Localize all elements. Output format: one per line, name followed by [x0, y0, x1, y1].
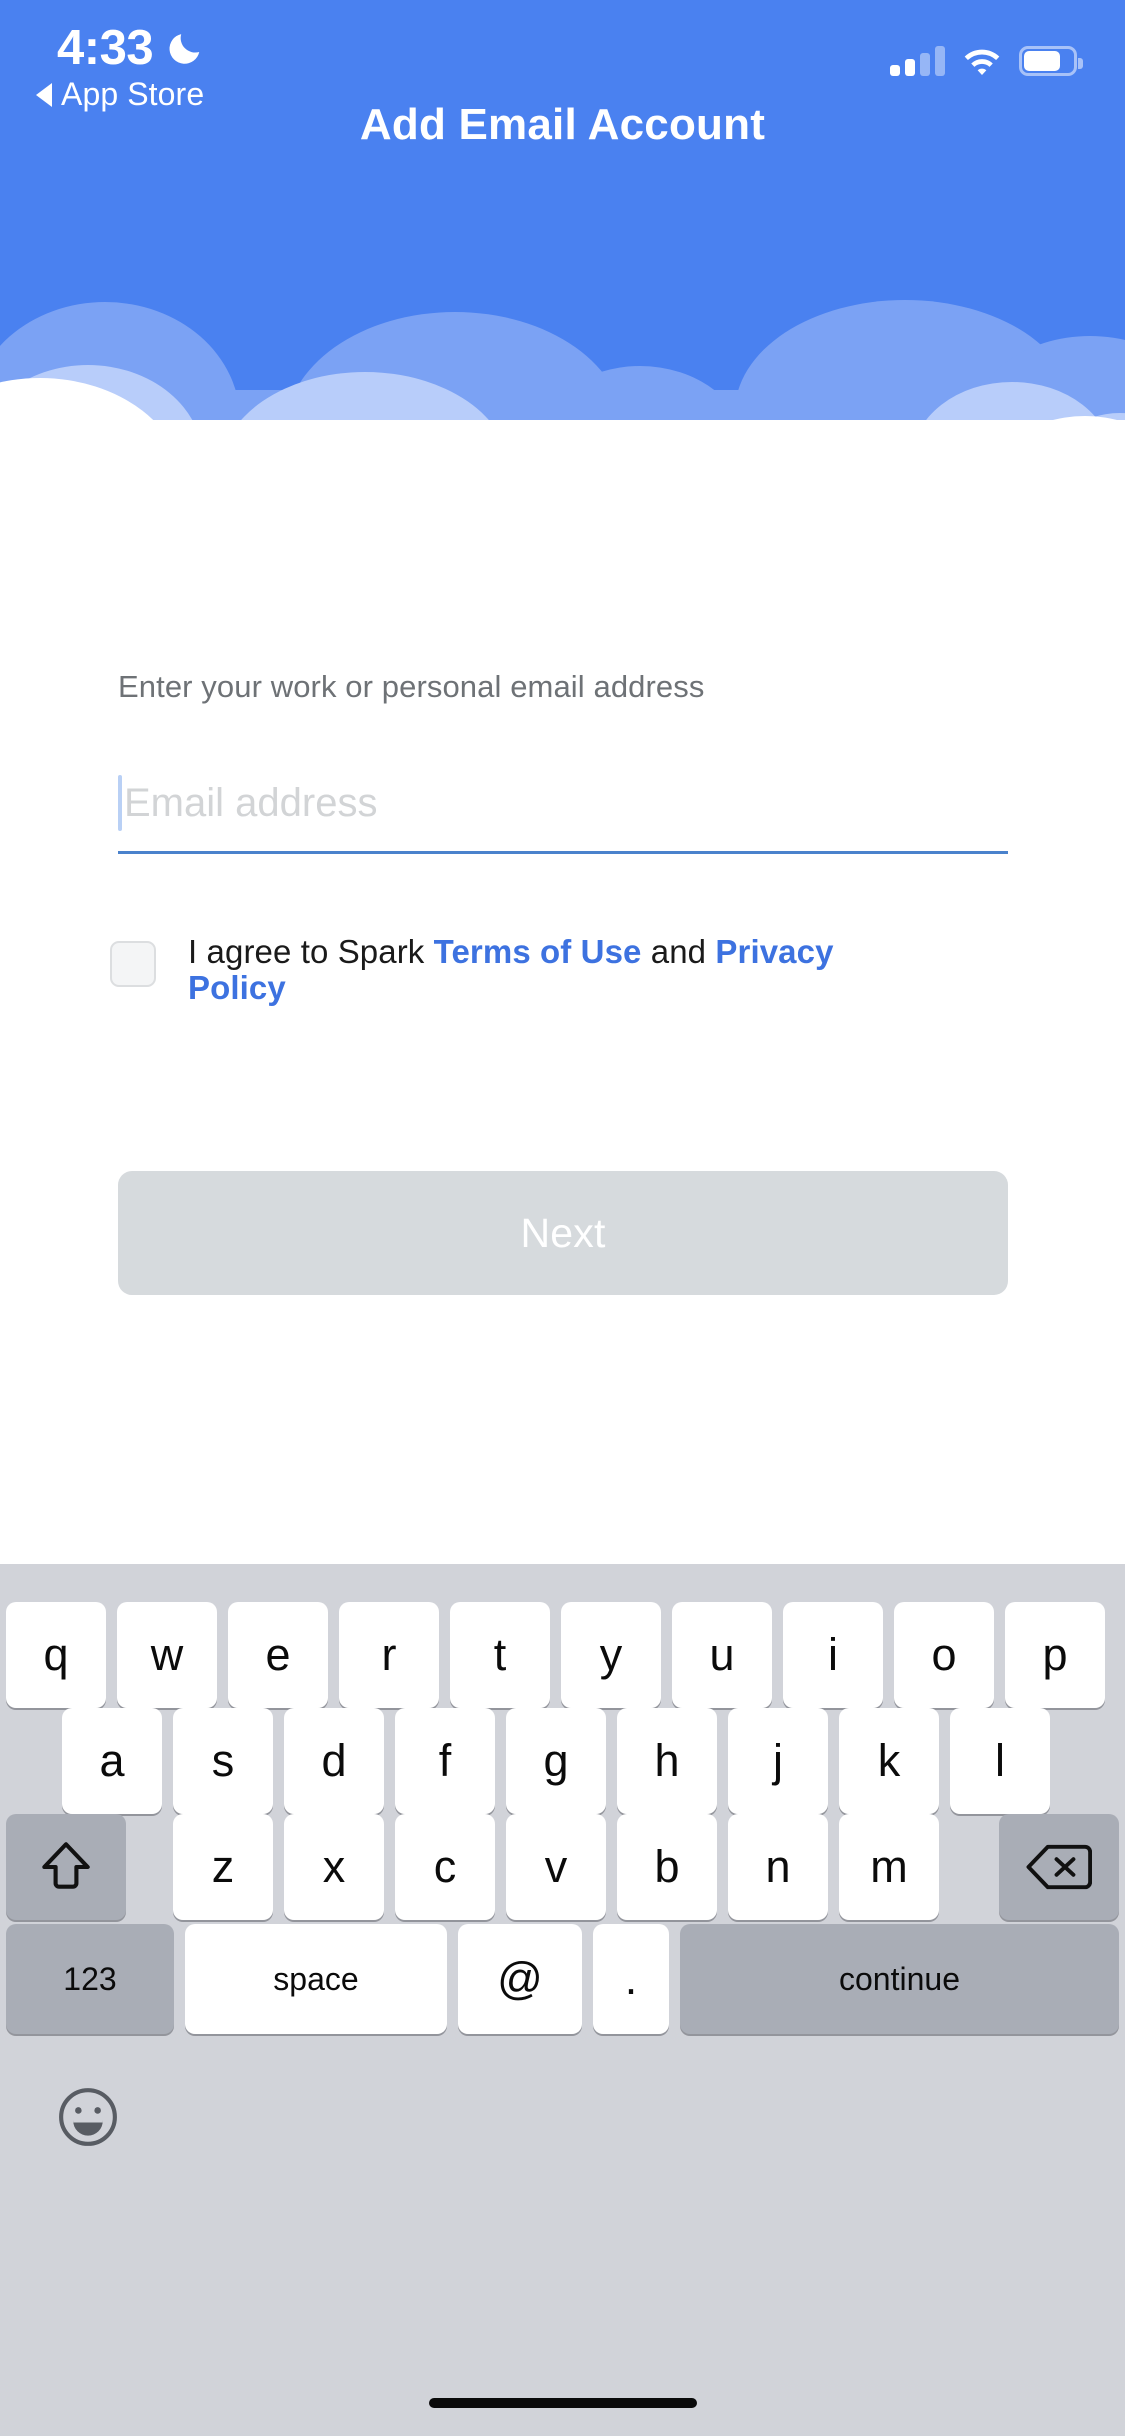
shift-arrow-icon: [42, 1842, 90, 1889]
key-r[interactable]: r: [339, 1602, 439, 1708]
keyboard-row-3: z x c v b n m: [0, 1814, 1125, 1920]
key-i[interactable]: i: [783, 1602, 883, 1708]
key-n[interactable]: n: [728, 1814, 828, 1920]
cloud-decoration: [0, 300, 1125, 420]
key-m[interactable]: m: [839, 1814, 939, 1920]
key-x[interactable]: x: [284, 1814, 384, 1920]
key-o[interactable]: o: [894, 1602, 994, 1708]
key-d[interactable]: d: [284, 1708, 384, 1814]
keyboard-row-1: q w e r t y u i o p: [0, 1602, 1125, 1708]
key-s[interactable]: s: [173, 1708, 273, 1814]
shift-key[interactable]: [6, 1814, 126, 1920]
key-l[interactable]: l: [950, 1708, 1050, 1814]
key-y[interactable]: y: [561, 1602, 661, 1708]
agreement-row: I agree to Spark Terms of Use and Privac…: [110, 934, 1020, 1005]
continue-key[interactable]: continue: [680, 1924, 1119, 2034]
battery-icon: [1019, 46, 1083, 76]
key-g[interactable]: g: [506, 1708, 606, 1814]
keyboard-row-2: a s d f g h j k l: [0, 1708, 1125, 1814]
email-input-wrapper[interactable]: [118, 767, 1008, 847]
key-f[interactable]: f: [395, 1708, 495, 1814]
backspace-icon: [1026, 1844, 1092, 1890]
keyboard-row-4: 123 space @ . continue: [0, 1924, 1125, 2034]
email-input[interactable]: [118, 767, 1008, 839]
key-b[interactable]: b: [617, 1814, 717, 1920]
backspace-key[interactable]: [999, 1814, 1119, 1920]
key-q[interactable]: q: [6, 1602, 106, 1708]
email-input-underline: [118, 851, 1008, 854]
moon-icon: [169, 34, 200, 64]
key-u[interactable]: u: [672, 1602, 772, 1708]
key-t[interactable]: t: [450, 1602, 550, 1708]
cellular-signal-icon: [890, 46, 945, 76]
numbers-key[interactable]: 123: [6, 1924, 174, 2034]
agreement-text: I agree to Spark Terms of Use and Privac…: [188, 934, 918, 1005]
header-hero: 4:33 App Store Add Email Account: [0, 0, 1125, 420]
emoji-smiley-icon[interactable]: [57, 2086, 119, 2148]
space-key[interactable]: space: [185, 1924, 447, 2034]
key-e[interactable]: e: [228, 1602, 328, 1708]
next-button[interactable]: Next: [118, 1171, 1008, 1295]
key-h[interactable]: h: [617, 1708, 717, 1814]
status-bar-time: 4:33: [57, 21, 154, 75]
key-v[interactable]: v: [506, 1814, 606, 1920]
agreement-prefix: I agree to Spark: [188, 933, 434, 970]
onscreen-keyboard: q w e r t y u i o p a s d f g h j k l z …: [0, 1564, 1125, 2436]
key-w[interactable]: w: [117, 1602, 217, 1708]
key-j[interactable]: j: [728, 1708, 828, 1814]
key-z[interactable]: z: [173, 1814, 273, 1920]
key-k[interactable]: k: [839, 1708, 939, 1814]
agree-checkbox[interactable]: [110, 941, 156, 987]
agreement-middle: and: [641, 933, 716, 970]
at-key[interactable]: @: [458, 1924, 582, 2034]
page-title: Add Email Account: [359, 100, 766, 149]
period-key[interactable]: .: [593, 1924, 669, 2034]
email-field-label: Enter your work or personal email addres…: [118, 669, 705, 704]
wifi-icon: [964, 49, 1000, 75]
status-bar-indicators: [890, 36, 1083, 76]
terms-of-use-link[interactable]: Terms of Use: [434, 933, 642, 970]
home-indicator: [428, 2398, 697, 2408]
key-c[interactable]: c: [395, 1814, 495, 1920]
key-p[interactable]: p: [1005, 1602, 1105, 1708]
key-a[interactable]: a: [62, 1708, 162, 1814]
